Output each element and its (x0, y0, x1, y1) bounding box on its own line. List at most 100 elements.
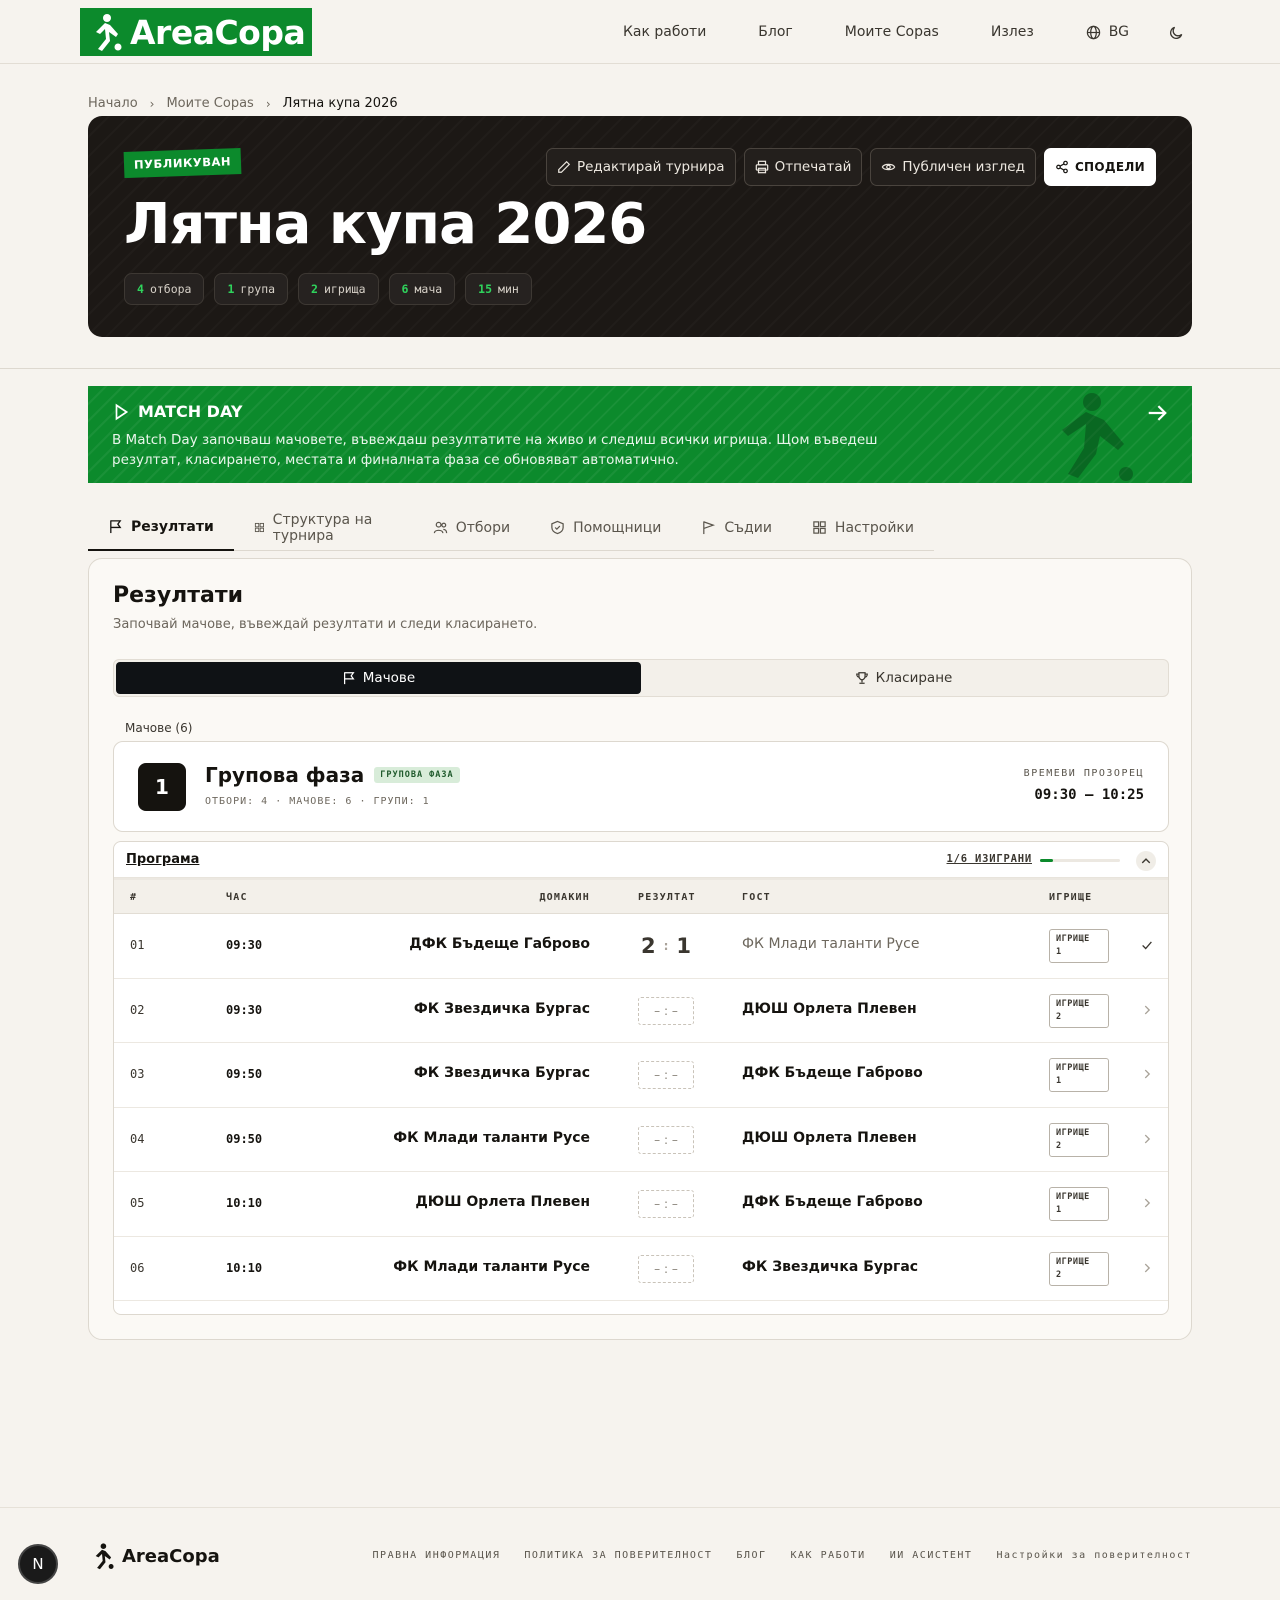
tab-settings[interactable]: Настройки (792, 504, 934, 551)
results-card: Резултати Започвай мачове, въвеждай резу… (88, 558, 1192, 1340)
chevron-right-icon[interactable] (1140, 1261, 1154, 1275)
page-title: Лятна купа 2026 (124, 192, 647, 257)
col-home: ДОМАКИН (539, 892, 590, 903)
breadcrumb-home[interactable]: Начало (88, 96, 138, 111)
stat-teams: 4 отбора (124, 273, 205, 305)
footer-links: ПРАВНА ИНФОРМАЦИЯ ПОЛИТИКА ЗА ПОВЕРИТЕЛН… (349, 1550, 1192, 1561)
top-bar: AreaCopa Как работи Блог Моите Copas Изл… (0, 0, 1280, 64)
away-team: ДФК Бъдеще Габрово (742, 1194, 923, 1210)
tournament-hero: ПУБЛИКУВАН Лятна купа 2026 4 отбора 1 груп… (88, 116, 1192, 337)
standings-view-button[interactable]: Класиране (641, 662, 1166, 694)
nav-how-it-works[interactable]: Как работи (623, 24, 706, 40)
schedule-header: Програма 1/6 ИЗИГРАНИ (114, 842, 1168, 878)
theme-toggle[interactable] (1169, 25, 1184, 40)
stat-groups: 1 група (214, 273, 289, 305)
site-logo[interactable]: AreaCopa (80, 8, 312, 56)
match-day-banner[interactable]: MATCH DAY В Match Day започваш мачовете,… (88, 386, 1192, 483)
chevron-right-icon: › (149, 96, 155, 111)
col-pitch: ИГРИЩЕ (1049, 892, 1093, 903)
chevron-right-icon[interactable] (1140, 1003, 1154, 1017)
nav-logout[interactable]: Излез (991, 24, 1034, 40)
language-switcher[interactable]: BG (1086, 24, 1129, 40)
soccer-player-icon (96, 14, 122, 51)
footer-link-privacy-settings[interactable]: Настройки за поверителност (996, 1550, 1192, 1561)
breadcrumb-my-copas[interactable]: Моите Copas (166, 96, 253, 111)
trophy-icon (855, 672, 868, 684)
score-input[interactable]: – : – (638, 1254, 694, 1283)
edit-tournament-button[interactable]: Редактирай турнира (545, 148, 736, 186)
home-team: ДЮШ Орлета Плевен (415, 1194, 590, 1210)
footer-link-ai-assistant[interactable]: ИИ АСИСТЕНТ (890, 1550, 973, 1561)
match-number: 01 (130, 938, 145, 952)
final-score[interactable]: 2:1 (638, 932, 694, 960)
flag-icon (110, 520, 122, 534)
pitch-chip: ИГРИЩЕ 1 (1049, 1058, 1109, 1092)
matches-view-button[interactable]: Мачове (116, 662, 641, 694)
phase-meta: ОТБОРИ: 4 · МАЧОВЕ: 6 · ГРУПИ: 1 (205, 796, 430, 807)
share-icon (1056, 160, 1068, 174)
table-row[interactable]: 06 10:10 ФК Млади таланти Русе – : – ФК … (114, 1237, 1168, 1301)
share-button[interactable]: СПОДЕЛИ (1043, 148, 1156, 186)
language-label: BG (1108, 24, 1129, 40)
footer-logo[interactable]: AreaCopa (88, 1542, 220, 1570)
check-icon (1142, 941, 1152, 950)
home-team: ФК Млади таланти Русе (393, 1258, 590, 1275)
stat-matches: 6 мача (388, 273, 456, 305)
print-button[interactable]: Отпечатай (743, 148, 863, 186)
play-icon (115, 403, 129, 420)
tab-structure[interactable]: Структура на турнира (234, 504, 413, 551)
eye-icon (882, 163, 896, 171)
match-number: 06 (130, 1260, 145, 1275)
breadcrumb-current: Лятна купа 2026 (282, 96, 398, 111)
footer-link-blog[interactable]: БЛОГ (736, 1550, 766, 1561)
score-input[interactable]: – : – (638, 1125, 694, 1154)
phase-tag: ГРУПОВА ФАЗА (374, 767, 460, 783)
table-row[interactable]: 04 09:50 ФК Млади таланти Русе – : – ДЮШ… (114, 1108, 1168, 1172)
tab-referees[interactable]: Съдии (681, 504, 792, 551)
col-number: # (130, 892, 138, 903)
site-footer: AreaCopa ПРАВНА ИНФОРМАЦИЯ ПОЛИТИКА ЗА П… (0, 1507, 1280, 1600)
footer-link-how-it-works[interactable]: КАК РАБОТИ (791, 1550, 866, 1561)
dev-tools-button[interactable]: N (18, 1544, 58, 1584)
nav-blog[interactable]: Блог (758, 24, 792, 40)
match-time: 09:30 (226, 1002, 263, 1017)
away-team: ДЮШ Орлета Плевен (742, 1000, 917, 1017)
time-window-label: ВРЕМЕВИ ПРОЗОРЕЦ (1023, 768, 1144, 779)
home-team: ФК Млади таланти Русе (393, 1129, 590, 1146)
public-view-button[interactable]: Публичен изглед (870, 148, 1036, 186)
chevron-right-icon: › (265, 96, 271, 111)
chevron-right-icon[interactable] (1140, 1132, 1154, 1146)
users-icon (433, 521, 447, 534)
nav-my-copas[interactable]: Моите Copas (845, 24, 939, 40)
collapse-button[interactable] (1136, 851, 1156, 871)
tab-teams[interactable]: Отбори (413, 504, 530, 551)
home-team: ФК Звездичка Бургас (413, 1065, 590, 1081)
arrow-right-icon (1148, 405, 1167, 421)
table-row[interactable]: 05 10:10 ДЮШ Орлета Плевен – : – ДФК Бъд… (114, 1172, 1168, 1237)
score-input[interactable]: – : – (638, 1190, 694, 1218)
table-header: # ЧАС ДОМАКИН РЕЗУЛТАТ ГОСТ ИГРИЩЕ (114, 878, 1168, 914)
hero-actions: Редактирай турнира Отпечатай Публичен из… (538, 148, 1156, 186)
footer-link-legal[interactable]: ПРАВНА ИНФОРМАЦИЯ (373, 1550, 501, 1561)
phase-number: 1 (138, 763, 186, 811)
section-subtitle: Започвай мачове, въвеждай резултати и сл… (113, 617, 538, 632)
soccer-player-icon (95, 1543, 114, 1570)
score-input[interactable]: – : – (638, 1061, 694, 1089)
pencil-icon (558, 160, 571, 173)
table-row[interactable]: 02 09:30 ФК Звездичка Бургас – : – ДЮШ О… (114, 979, 1168, 1043)
table-row[interactable]: 01 09:30 ДФК Бъдеще Габрово 2:1 ФК Млади… (114, 914, 1168, 979)
chevron-right-icon[interactable] (1140, 1067, 1154, 1081)
table-row[interactable]: 03 09:50 ФК Звездичка Бургас – : – ДФК Б… (114, 1043, 1168, 1108)
section-divider (0, 368, 1280, 369)
match-number: 05 (130, 1196, 145, 1210)
chevron-right-icon[interactable] (1140, 1196, 1154, 1210)
tab-results[interactable]: Резултати (88, 504, 234, 551)
score-input[interactable]: – : – (638, 996, 694, 1025)
col-time: ЧАС (226, 892, 248, 903)
pitch-chip: ИГРИЩЕ 1 (1049, 1187, 1109, 1221)
match-time: 10:10 (226, 1260, 263, 1275)
tab-helpers[interactable]: Помощници (530, 504, 681, 551)
played-count[interactable]: 1/6 ИЗИГРАНИ (947, 853, 1032, 865)
footer-link-privacy[interactable]: ПОЛИТИКА ЗА ПОВЕРИТЕЛНОСТ (524, 1550, 712, 1561)
schedule-title[interactable]: Програма (126, 852, 199, 867)
